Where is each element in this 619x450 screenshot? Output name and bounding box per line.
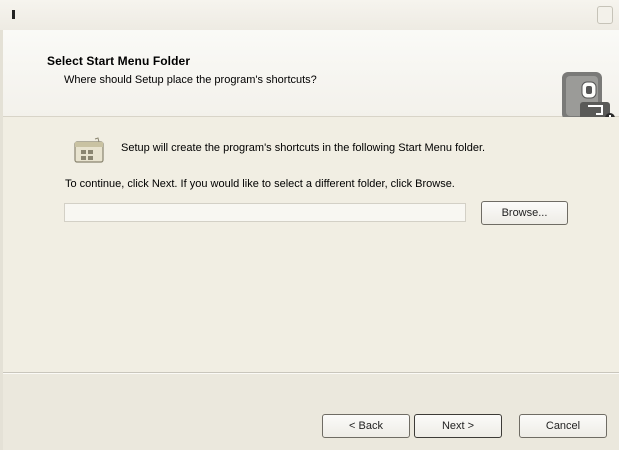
page-subtitle: Where should Setup place the program's s…: [64, 74, 317, 86]
page-title: Select Start Menu Folder: [47, 54, 191, 68]
wizard-header: Select Start Menu Folder Where should Se…: [0, 30, 619, 123]
window-left-edge: [0, 30, 3, 450]
close-button[interactable]: [597, 6, 613, 24]
app-icon: [12, 10, 15, 19]
cancel-button[interactable]: Cancel: [519, 414, 607, 438]
back-button[interactable]: < Back: [322, 414, 410, 438]
start-menu-folder-icon: [74, 137, 104, 163]
info-text: Setup will create the program's shortcut…: [121, 142, 486, 154]
setup-wizard-window: Select Start Menu Folder Where should Se…: [0, 0, 619, 450]
next-button[interactable]: Next >: [414, 414, 502, 438]
wizard-footer: [0, 374, 619, 450]
continue-instructions: To continue, click Next. If you would li…: [65, 178, 455, 190]
start-menu-folder-input[interactable]: [64, 203, 466, 222]
title-bar[interactable]: [0, 0, 619, 30]
browse-button[interactable]: Browse...: [481, 201, 568, 225]
setup-computer-icon: [562, 72, 615, 123]
